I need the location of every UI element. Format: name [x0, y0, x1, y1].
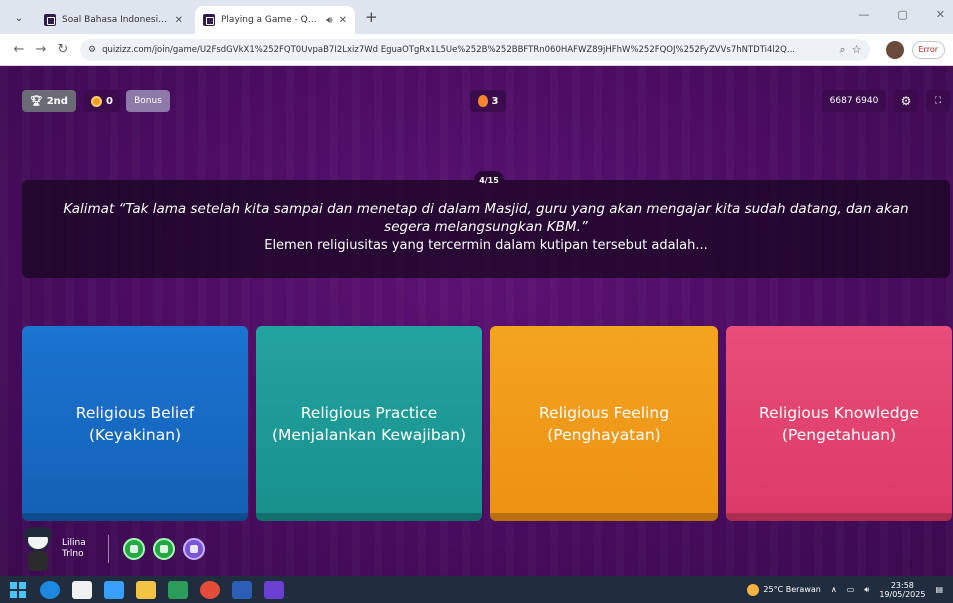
question-prompt: Elemen religiusitas yang tercermin dalam…	[264, 238, 708, 253]
weather-text: 25°C Berawan	[763, 585, 821, 594]
site-info-icon[interactable]: ⚙	[88, 45, 96, 55]
audio-icon[interactable]: 🔊︎	[326, 15, 332, 26]
address-bar[interactable]: ⚙ quizizz.com/join/game/U2FsdGVkX1%252FQ…	[80, 38, 870, 61]
option-shadow	[726, 513, 952, 521]
question-box: Kalimat “Tak lama setelah kita sampai da…	[22, 180, 950, 278]
file-explorer-icon[interactable]	[136, 580, 156, 599]
answer-option-3[interactable]: Religious Feeling (Penghayatan)	[490, 326, 718, 521]
url-text: quizizz.com/join/game/U2FsdGVkX1%252FQT0…	[102, 44, 795, 55]
weather-icon	[747, 583, 760, 596]
quizizz-favicon-icon	[203, 14, 215, 26]
answer-option-4[interactable]: Religious Knowledge (Pengetahuan)	[726, 326, 952, 521]
option-label-line2: (Pengetahuan)	[781, 425, 897, 444]
network-icon[interactable]: ▭	[847, 585, 855, 594]
photos-icon[interactable]	[104, 580, 124, 599]
player-name: Lilina Trlno	[62, 538, 94, 560]
browser-tab-active[interactable]: Playing a Game - Quizizz 🔊︎ ✕	[195, 6, 355, 34]
option-shadow	[490, 513, 718, 521]
tab-search-icon[interactable]: ⌄	[8, 7, 30, 29]
answer-option-1[interactable]: Religious Belief (Keyakinan)	[22, 326, 248, 521]
back-icon[interactable]: ←	[8, 42, 30, 57]
powerup-icon[interactable]	[183, 538, 205, 560]
game-top-bar: 🏆︎ 2nd 0 Bonus 3 6687 6940 ⚙ ⛶	[0, 66, 953, 126]
quizizz-favicon-icon	[44, 14, 56, 26]
close-tab-icon[interactable]: ✕	[175, 15, 183, 26]
coins-chip: 0	[84, 90, 120, 112]
canva-icon[interactable]	[264, 580, 284, 599]
trophy-icon: 🏆︎	[30, 95, 43, 107]
game-code: 6687 6940	[822, 90, 886, 112]
tray-chevron-icon[interactable]: ∧	[831, 585, 837, 594]
close-tab-icon[interactable]: ✕	[339, 15, 347, 26]
store-icon[interactable]	[72, 580, 92, 599]
windows-start-icon[interactable]	[10, 581, 26, 598]
app-icon[interactable]	[168, 580, 188, 599]
option-label-line1: Religious Practice	[300, 403, 438, 422]
option-label-line1: Religious Feeling	[538, 403, 670, 422]
notification-icon[interactable]: ▤	[935, 585, 943, 594]
browser-tab-bar: ⌄ Soal Bahasa Indonesia Kelas II ✕ Playi…	[0, 0, 953, 34]
option-label-line1: Religious Belief	[75, 403, 195, 422]
answer-option-2[interactable]: Religious Practice (Menjalankan Kewajiba…	[256, 326, 482, 521]
option-label-line2: (Menjalankan Kewajiban)	[271, 425, 467, 444]
maximize-icon[interactable]: ▢	[897, 8, 907, 21]
fullscreen-icon[interactable]: ⛶	[926, 90, 950, 112]
option-shadow	[22, 513, 248, 521]
windows-taskbar: 25°C Berawan ∧ ▭ 🔊︎ 23:58 19/05/2025 ▤	[0, 576, 953, 603]
streak-value: 3	[491, 95, 499, 107]
browser-tab[interactable]: Soal Bahasa Indonesia Kelas II ✕	[36, 6, 191, 34]
reload-icon[interactable]: ↻	[52, 42, 74, 57]
tab-title: Playing a Game - Quizizz	[221, 15, 321, 25]
bonus-chip[interactable]: Bonus	[126, 90, 170, 112]
volume-icon[interactable]: 🔊︎	[864, 585, 869, 595]
question-quote: Kalimat “Tak lama setelah kita sampai da…	[63, 201, 909, 235]
rank-chip[interactable]: 🏆︎ 2nd	[22, 90, 76, 112]
powerup-icon[interactable]	[153, 538, 175, 560]
system-tray: 25°C Berawan ∧ ▭ 🔊︎ 23:58 19/05/2025 ▤	[747, 576, 943, 603]
bookmark-star-icon[interactable]: ☆	[852, 43, 862, 56]
option-label-line1: Religious Knowledge	[759, 403, 919, 422]
clock[interactable]: 23:58 19/05/2025	[879, 581, 925, 599]
forward-icon[interactable]: →	[30, 42, 52, 57]
chrome-icon[interactable]	[200, 580, 220, 599]
weather-widget[interactable]: 25°C Berawan	[747, 583, 821, 596]
quiz-game-area: 🏆︎ 2nd 0 Bonus 3 6687 6940 ⚙ ⛶ 4/15 Kali…	[0, 66, 953, 576]
window-controls: — ▢ ✕	[858, 8, 945, 21]
streak-flame-icon	[477, 95, 488, 107]
question-counter: 4/15	[474, 171, 504, 189]
edge-icon[interactable]	[40, 580, 60, 599]
browser-toolbar: ← → ↻ ⚙ quizizz.com/join/game/U2FsdGVkX1…	[0, 34, 953, 66]
option-label-line2: (Keyakinan)	[88, 425, 182, 444]
rank-value: 2nd	[46, 95, 68, 107]
profile-avatar[interactable]	[885, 40, 904, 59]
clock-date: 19/05/2025	[879, 589, 926, 599]
error-chip[interactable]: Error	[911, 40, 945, 59]
coins-value: 0	[106, 95, 113, 107]
player-name-line1: Lilina	[62, 538, 86, 548]
new-tab-icon[interactable]: +	[365, 8, 378, 26]
option-shadow	[256, 513, 482, 521]
powerup-icon[interactable]	[123, 538, 145, 560]
avatar	[22, 527, 54, 571]
streak-chip: 3	[470, 90, 506, 112]
zoom-icon[interactable]: ⌕	[839, 43, 845, 57]
player-name-line2: Trlno	[62, 549, 84, 559]
option-label-line2: (Penghayatan)	[547, 425, 661, 444]
coin-icon	[91, 95, 103, 107]
settings-gear-icon[interactable]: ⚙	[894, 90, 918, 112]
player-panel: Lilina Trlno	[22, 526, 205, 572]
word-icon[interactable]	[232, 580, 252, 599]
minimize-icon[interactable]: —	[858, 8, 869, 21]
clock-time: 23:58	[890, 580, 914, 590]
close-window-icon[interactable]: ✕	[936, 8, 945, 21]
divider	[108, 535, 109, 563]
tab-title: Soal Bahasa Indonesia Kelas II	[62, 15, 169, 25]
